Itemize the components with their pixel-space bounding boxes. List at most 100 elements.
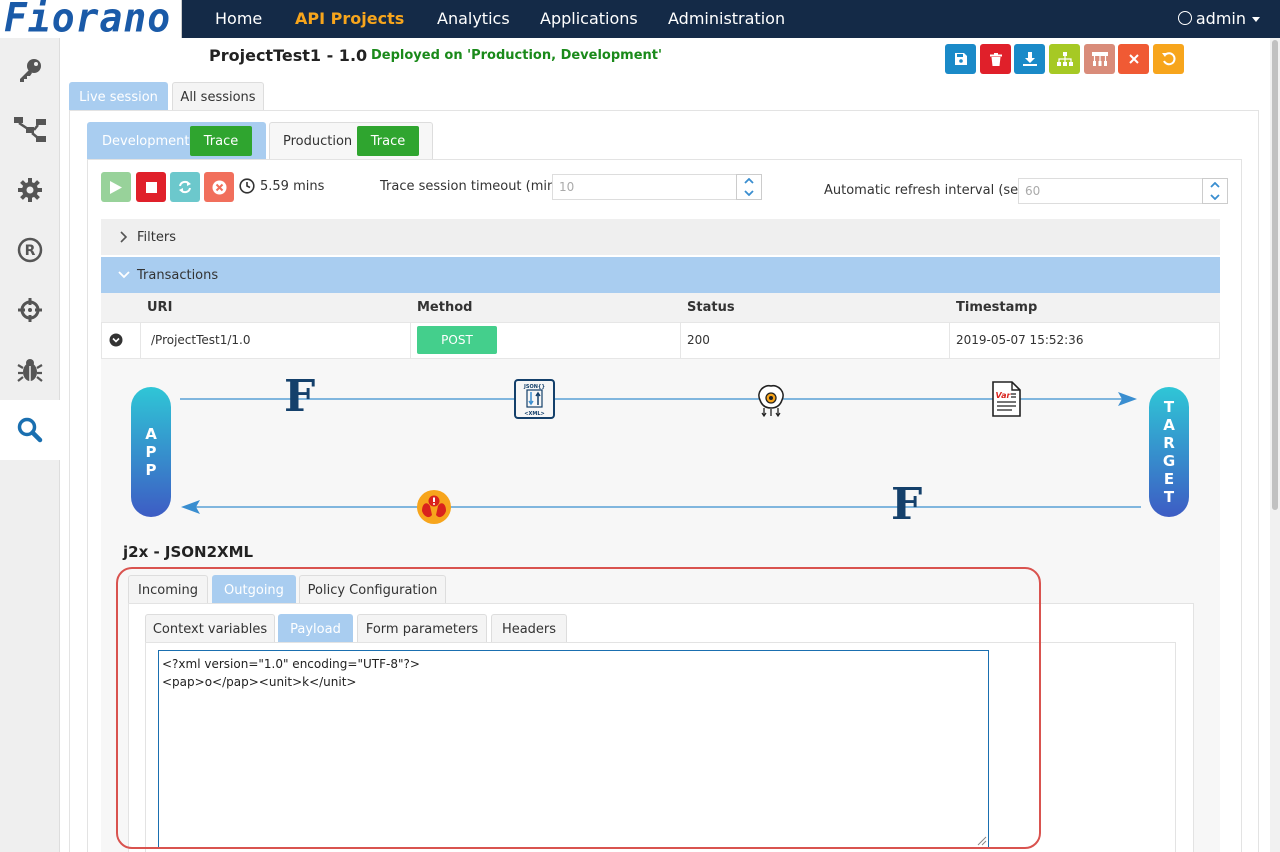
delete-button[interactable] [980,44,1011,74]
resize-handle-icon[interactable] [976,835,987,846]
flow-icon [14,117,46,142]
brain-policy-icon[interactable] [752,380,790,418]
json-xml-convert-icon: JSON{} <XML> [523,384,545,417]
error-handler-policy-icon[interactable] [415,489,453,525]
close-button[interactable] [1118,44,1149,74]
tab-live-session[interactable]: Live session [69,82,168,111]
network-icon [1091,52,1108,66]
stop-button[interactable] [136,172,166,202]
page-scrollbar[interactable] [1270,38,1280,852]
download-icon [1022,52,1037,66]
refresh-interval-label: Automatic refresh interval (secs) [824,183,1038,198]
scrollbar-thumb[interactable] [1272,40,1278,510]
column-header-status[interactable]: Status [687,300,735,315]
column-header-timestamp[interactable]: Timestamp [956,300,1037,315]
json2xml-policy-icon[interactable]: JSON{} <XML> [514,379,555,419]
timeout-down-button[interactable] [737,187,761,199]
target-letter: T [1163,488,1175,506]
fiorano-logo[interactable]: Fiorano [0,0,182,42]
bug-icon [17,359,43,382]
tab-outgoing[interactable]: Outgoing [212,575,296,604]
elapsed-time: 5.59 mins [260,179,325,194]
trash-icon [989,52,1002,66]
sidebar-item-debug[interactable] [0,340,60,400]
nav-applications[interactable]: Applications [540,9,638,28]
sidebar-item-settings[interactable] [0,160,60,220]
tab-policy-configuration[interactable]: Policy Configuration [299,575,446,604]
nav-analytics[interactable]: Analytics [437,9,510,28]
sidebar-item-target[interactable] [0,280,60,340]
play-icon [110,180,122,194]
column-divider [680,322,681,359]
method-badge: POST [417,326,497,354]
tab-form-parameters[interactable]: Form parameters [357,614,487,643]
key-icon [20,59,41,82]
save-button[interactable] [945,44,976,74]
chevron-down-icon [744,190,754,196]
filters-accordion[interactable]: Filters [101,219,1220,255]
fiorano-policy-icon[interactable]: F [284,371,315,422]
column-header-uri[interactable]: URI [147,300,172,315]
svg-text:R: R [25,243,36,259]
tab-payload[interactable]: Payload [278,614,353,643]
target-letter: T [1163,398,1175,416]
refresh-interval-input[interactable]: 60 [1018,178,1204,204]
refresh-up-button[interactable] [1203,179,1227,191]
payload-textarea[interactable]: <?xml version="1.0" encoding="UTF-8"?> <… [158,650,989,848]
sidebar-item-keys[interactable] [0,40,60,100]
timeout-label: Trace session timeout (mins) [380,179,568,194]
top-navbar: Fiorano Home API Projects Analytics Appl… [0,0,1280,42]
sidebar-item-registry[interactable]: R [0,220,60,280]
table-header-row [101,293,1220,322]
target-endpoint[interactable]: T A R G E T [1149,387,1189,517]
caret-down-icon [1252,17,1260,22]
search-icon [17,417,43,443]
tab-development-label: Development [102,134,190,149]
app-endpoint[interactable]: A P P [131,387,171,517]
network-button[interactable] [1084,44,1115,74]
transactions-accordion[interactable]: Transactions [101,257,1220,293]
hierarchy-button[interactable] [1049,44,1080,74]
sidebar-item-flows[interactable] [0,100,60,160]
row-uri: /ProjectTest1/1.0 [151,333,251,347]
refresh-down-button[interactable] [1203,191,1227,203]
target-letter: R [1163,434,1175,452]
nav-home[interactable]: Home [215,9,262,28]
nav-api-projects[interactable]: API Projects [295,9,404,28]
production-trace-button[interactable]: Trace [357,126,419,156]
payload-line: <pap>o</pap><unit>k</unit> [162,675,357,689]
chevron-up-icon [1210,182,1220,188]
var-label: Var [996,391,1012,400]
filters-label: Filters [137,229,176,245]
expand-row-icon[interactable] [109,333,123,347]
column-divider [410,322,411,359]
save-icon [954,53,967,65]
nav-administration[interactable]: Administration [668,9,785,28]
tab-headers[interactable]: Headers [491,614,567,643]
close-icon [1128,54,1139,64]
tab-incoming[interactable]: Incoming [128,575,208,604]
tab-all-sessions[interactable]: All sessions [172,82,264,111]
timeout-stepper[interactable] [736,174,762,200]
deployment-status: Deployed on 'Production, Development' [371,48,662,63]
download-button[interactable] [1014,44,1045,74]
undo-button[interactable] [1153,44,1184,74]
development-trace-button[interactable]: Trace [190,126,252,156]
transactions-label: Transactions [137,267,219,283]
clear-button[interactable] [204,172,234,202]
logo-text: Fiorano [4,0,172,42]
timeout-up-button[interactable] [737,175,761,187]
undo-icon [1161,52,1176,66]
column-header-method[interactable]: Method [417,300,472,315]
refresh-interval-stepper[interactable] [1202,178,1228,204]
fiorano-policy-icon[interactable]: F [891,479,922,530]
user-menu[interactable]: admin [1177,9,1260,28]
timeout-input[interactable]: 10 [552,174,738,200]
sidebar-item-search[interactable] [0,400,60,460]
tab-production-label: Production [283,134,353,149]
chevron-up-icon [744,178,754,184]
refresh-button[interactable] [170,172,200,202]
tab-context-variables[interactable]: Context variables [145,614,275,643]
play-button[interactable] [101,172,131,202]
variable-document-icon[interactable]: Var [990,381,1022,417]
